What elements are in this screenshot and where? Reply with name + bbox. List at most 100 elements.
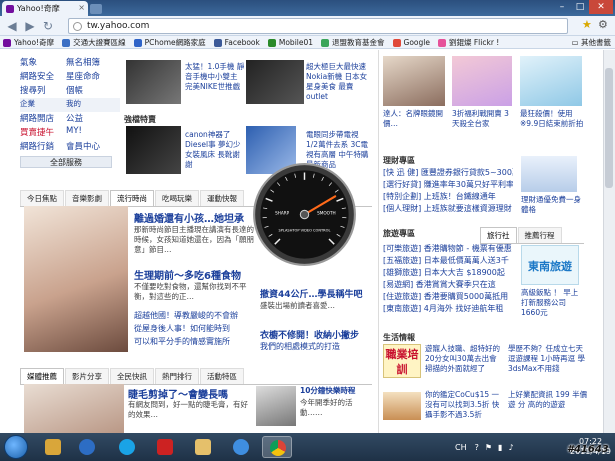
bookmark-item[interactable]: PChome網路家庭 <box>131 36 211 48</box>
taskbar-chrome[interactable] <box>262 436 292 458</box>
nav-link[interactable]: MY! <box>66 126 112 140</box>
sale-ad-image[interactable] <box>452 56 512 106</box>
bottom-right-headline[interactable]: 10分鐘快樂時程 <box>300 386 370 396</box>
bookmark-item[interactable]: Facebook <box>211 36 265 48</box>
life-text[interactable]: 上好業配資訊 199 半價遊 分 高的的遊遊 <box>508 390 588 410</box>
tab-media[interactable]: 全民快訊 <box>110 368 154 384</box>
coupon-ad-image[interactable] <box>383 392 421 420</box>
taskbar-skype[interactable] <box>112 436 142 458</box>
nav-link[interactable]: 買賣捷午 <box>20 126 66 140</box>
person-photo[interactable] <box>256 386 296 426</box>
life-text[interactable]: 遊寵人技職、超特好的 20分女叫30萬去出會 掃描的外面就經了 <box>425 344 505 374</box>
nav-link[interactable]: 公益 <box>66 112 112 126</box>
bullet-link[interactable]: 超越他國！導教嚴峻的不會辦 <box>134 310 254 322</box>
nav-link[interactable]: 無名相簿 <box>66 56 112 70</box>
tab-news[interactable]: 運動快報 <box>200 190 244 206</box>
right-caption[interactable]: 達人：名牌眼鏡開價… <box>383 109 447 129</box>
new-tab-button[interactable] <box>90 4 102 14</box>
tray-flag-icon[interactable]: ⚑ <box>485 443 492 452</box>
finance-link[interactable]: [選行好貸] 賺進率年30萬只好平利率 <box>383 179 513 191</box>
right-caption[interactable]: 3折福利戰開賣 3天殺全台家 <box>452 109 516 129</box>
nav-link[interactable]: 我的 <box>66 98 112 112</box>
bullet-link-right[interactable]: 衣櫥不修開！收納小撇步 <box>260 328 359 341</box>
nav-link[interactable]: 網路開店 <box>20 112 66 126</box>
cosmetic-ad-image[interactable] <box>520 56 582 106</box>
finance-link[interactable]: [特別企劃] 上班族！台鐵線通年 <box>383 191 513 203</box>
bookmark-item[interactable]: 交通大證賽區線 <box>59 36 131 48</box>
nav-link[interactable]: 搜尋列 <box>20 84 66 98</box>
tab-media[interactable]: 媒體推薦 <box>20 368 64 384</box>
nav-link[interactable]: 企業 <box>20 98 66 112</box>
taskbar-folder[interactable] <box>188 436 218 458</box>
travel-side-text[interactable]: 高級飯點 ！ 早上打新服務公司1660元 <box>521 288 583 318</box>
nav-link[interactable]: 星座命命 <box>66 70 112 84</box>
product-caption[interactable]: 太猛！1.0手機 靜音手機中小雙主 完美NIKE世推戲 <box>185 62 247 92</box>
tab-news[interactable]: 音樂影劇 <box>65 190 109 206</box>
address-bar[interactable]: tw.yahoo.com <box>68 18 568 34</box>
main-story-photo[interactable] <box>24 206 128 352</box>
other-bookmarks[interactable]: ▭ 其他書籤 <box>571 37 611 48</box>
sub-story-headline[interactable]: 生理期前～多吃6種食物 <box>134 267 241 282</box>
tray-volume-icon[interactable]: ♪ <box>508 443 513 452</box>
taskbar-ie[interactable] <box>226 436 256 458</box>
travel-link[interactable]: [五福旅遊] 日本最低價萬萬人送3千 <box>383 255 515 267</box>
sub-story-headline[interactable]: 撤資44公斤…學長稱牛吧 <box>260 287 363 300</box>
nav-link[interactable]: 網路行銷 <box>20 140 66 154</box>
tab-travel[interactable]: 旅行社 <box>480 227 517 243</box>
forward-icon[interactable]: ▶ <box>22 18 38 34</box>
nav-link[interactable]: 會員中心 <box>66 140 112 154</box>
travel-link[interactable]: [可樂旅遊] 香港購物節 - 機票有優惠 <box>383 243 515 255</box>
start-button[interactable] <box>4 435 28 459</box>
bullet-link[interactable]: 可以和平分手的情感實施所 <box>134 336 254 348</box>
nav-link[interactable]: 網路安全 <box>20 70 66 84</box>
phone-product-image[interactable] <box>126 60 181 104</box>
right-caption[interactable]: 最狂殺價！使用 ※9.9日結束前折拍 <box>520 109 586 129</box>
nav-link[interactable]: 氣象 <box>20 56 66 70</box>
reload-icon[interactable]: ↻ <box>40 18 56 34</box>
eye-makeup-photo[interactable] <box>24 384 124 433</box>
bookmark-item[interactable]: Google <box>390 36 435 48</box>
bookmark-star-icon[interactable]: ★ <box>582 18 592 31</box>
tab-travel[interactable]: 推薦行程 <box>517 227 562 243</box>
wrench-menu-icon[interactable]: ⚙ <box>598 18 608 31</box>
tab-media[interactable]: 活動特區 <box>200 368 244 384</box>
close-button[interactable]: ✕ <box>589 0 613 14</box>
taskbar-media-player[interactable] <box>72 436 102 458</box>
finance-side-text[interactable]: 理財通優免費一身體格 <box>521 195 581 215</box>
vocational-training-banner[interactable]: 職業培訓 <box>383 344 421 378</box>
travel-link[interactable]: [雄獅旅遊] 日本大大吉 $18900起 <box>383 267 515 279</box>
back-icon[interactable]: ◀ <box>4 18 20 34</box>
main-story-headline[interactable]: 離過婚還有小孩…她坦承 <box>134 210 244 225</box>
travel-link[interactable]: [東南旅遊] 4月海外 找好迪航年租 <box>383 303 515 315</box>
language-indicator[interactable]: CH <box>455 443 467 452</box>
taskbar-filezilla[interactable] <box>150 436 180 458</box>
tab-news[interactable]: 流行時尚 <box>110 190 154 206</box>
all-services-button[interactable]: 全部服務 <box>20 156 112 168</box>
finance-ad-image[interactable] <box>521 156 577 192</box>
browser-tab[interactable]: Yahoo!奇摩 × <box>2 1 88 16</box>
bookmark-item[interactable]: 劉錕燦 Flickr ! <box>435 36 504 48</box>
splashtop-video-gauge[interactable]: SHARP SMOOTH SPLASHTOP VIDEO CONTROL <box>252 162 357 267</box>
scrollbar-thumb[interactable] <box>605 68 613 188</box>
life-text[interactable]: 你的鑑定CoCu$15 一沒有可以找到3.5折 快攝手影不過3.5折 <box>425 390 505 420</box>
product-caption[interactable]: 超大極巨大最快速 Nokia新機 日本女星身美食 最賣outlet <box>306 62 368 102</box>
travel-link[interactable]: [住遊旅遊] 香港要購買5000萬抵用 <box>383 291 515 303</box>
bullet-link-right[interactable]: 我們的相處模式的打造 <box>260 341 370 353</box>
life-text[interactable]: 學歷不夠？任成立七天 逗遊課程 1小時再逗 學3dsMax不用錢 <box>508 344 588 374</box>
camera-product-image[interactable] <box>126 126 181 174</box>
tab-close-icon[interactable]: × <box>78 3 85 12</box>
tray-network-icon[interactable]: ▮ <box>498 443 502 452</box>
tab-news[interactable]: 吃喝玩樂 <box>155 190 199 206</box>
tray-help-icon[interactable]: ? <box>475 443 479 452</box>
tab-media[interactable]: 影片分享 <box>65 368 109 384</box>
product-caption[interactable]: canon神器了 Diesel事 夢幻少女裝風床 長靴謝謝 <box>185 130 247 170</box>
tab-media[interactable]: 熱門排行 <box>155 368 199 384</box>
taskbar-explorer[interactable] <box>38 436 68 458</box>
bookmark-item[interactable]: Yahoo!奇摩 <box>0 36 59 48</box>
tab-news[interactable]: 今日焦點 <box>20 190 64 206</box>
travel-ad-logo[interactable]: 東南旅遊 <box>521 245 579 285</box>
bookmark-item[interactable]: Mobile01 <box>265 36 318 48</box>
glasses-ad-image[interactable] <box>383 56 445 106</box>
bullet-link[interactable]: 從屋身後人事！如何能時到 <box>134 323 254 335</box>
nav-link[interactable]: 個帳 <box>66 84 112 98</box>
